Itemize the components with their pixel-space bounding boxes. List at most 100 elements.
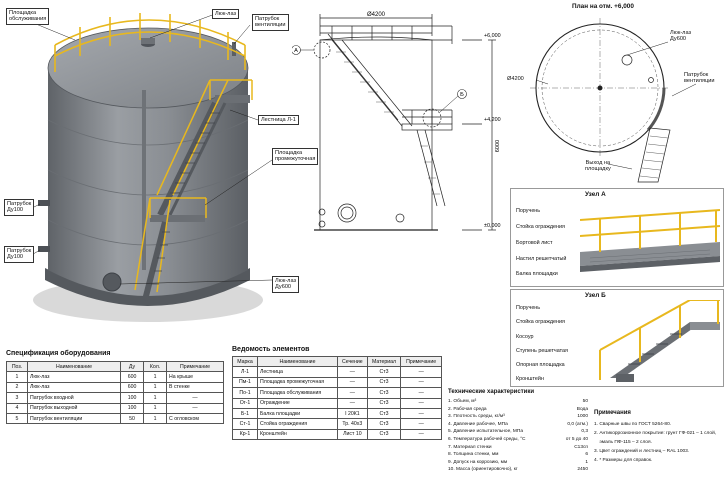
table-row: 3 Патрубок входной 100 1 — bbox=[6, 392, 224, 404]
cell: 600 bbox=[120, 381, 145, 394]
cell: По-1 bbox=[232, 387, 258, 399]
cell: Площадка промежуточная bbox=[257, 376, 338, 389]
node-b-label-5: Опорная площадка bbox=[516, 362, 565, 368]
notes-title: Примечания bbox=[594, 410, 631, 416]
cell: Люк-лаз bbox=[26, 381, 122, 394]
cell: Стойка ограждения bbox=[257, 418, 338, 430]
cell: — bbox=[400, 428, 442, 441]
node-a-label-4: Настил решетчатый bbox=[516, 256, 567, 262]
tech-spec-value: Вода bbox=[576, 406, 588, 412]
tech-spec-value: 2450 bbox=[577, 467, 588, 473]
table-row: 4 Патрубок выходной 100 1 — bbox=[6, 402, 224, 414]
list-item: 4. Давление рабочее, МПа 0,0 (атм.) bbox=[448, 421, 588, 429]
cell: — bbox=[400, 407, 442, 420]
callout-roof-manhole: Люк-лаз bbox=[212, 9, 240, 20]
tech-spec-label: 6. Температура рабочей среды, °С bbox=[448, 436, 526, 442]
cell: 1 bbox=[6, 371, 28, 383]
elev-level-top: +6,000 bbox=[484, 33, 501, 39]
cell: 1 bbox=[143, 402, 168, 414]
node-b-label-3: Косоур bbox=[516, 334, 534, 340]
tech-specs-list: 1. Объем, м³ 50 2. Рабочая среда Вода 3. Пло… bbox=[448, 398, 588, 474]
cell: Ст3 bbox=[366, 418, 402, 430]
cell: 600 bbox=[120, 371, 145, 383]
plan-manhole: Люк-лаз Ду600 bbox=[670, 30, 692, 43]
table-row: Л-1 Лестница — Ст3— bbox=[232, 366, 442, 378]
cell: 3 bbox=[6, 392, 28, 404]
cell: 1 bbox=[143, 371, 168, 383]
cell: 2 bbox=[6, 381, 28, 394]
node-b-label-2: Стойка ограждения bbox=[516, 319, 565, 325]
callout-nozzle-lower: Патрубок Ду100 bbox=[4, 246, 35, 263]
table-row: Ст-1 Стойка ограждения Тр. 40х3 Ст3— bbox=[232, 418, 442, 430]
elev-diameter: Ø4200 bbox=[367, 12, 386, 18]
node-a-label-5: Балка площадки bbox=[516, 271, 558, 277]
equipment-header-name: Наименование bbox=[26, 360, 122, 373]
list-item: 8. Толщина стенки, мм 6 bbox=[448, 451, 588, 459]
list-item: 6. Температура рабочей среды, °С от 5 до … bbox=[448, 436, 588, 444]
tech-spec-label: 10. Масса (ориентировочно), кг bbox=[448, 467, 518, 473]
tech-spec-value: от 5 до 40 bbox=[565, 436, 588, 442]
tech-spec-label: 1. Объем, м³ bbox=[448, 399, 477, 404]
tech-spec-value: 1000 bbox=[577, 414, 588, 420]
cell: 1 bbox=[143, 392, 168, 404]
cell: 1 bbox=[143, 381, 168, 394]
callout-service-platform: Площадка обслуживания bbox=[6, 8, 50, 25]
plan-drawing bbox=[530, 18, 697, 183]
list-item: 9. Допуск на коррозию, мм 1 bbox=[448, 459, 588, 467]
cell: — bbox=[336, 366, 368, 378]
elements-header-mark: Марка bbox=[232, 355, 258, 368]
elev-level-zero: ±0,000 bbox=[484, 223, 500, 229]
cell: — bbox=[336, 387, 368, 399]
table-row: По-1 Площадка обслуживания — Ст3— bbox=[232, 387, 442, 399]
cell: — bbox=[400, 397, 442, 409]
list-item: 1. Объем, м³ 50 bbox=[448, 398, 588, 406]
cell: — bbox=[400, 376, 442, 389]
equipment-header-qty: Кол. bbox=[143, 360, 168, 373]
plan-vent: Патрубок вентиляции bbox=[684, 72, 715, 85]
elements-header-note: Примечание bbox=[400, 355, 442, 368]
tech-spec-value: 6 bbox=[585, 452, 588, 458]
node-a-label-2: Стойка ограждения bbox=[516, 224, 565, 230]
list-item: 1. Сварные швы по ГОСТ 5264-80. bbox=[594, 422, 672, 427]
tech-spec-label: 9. Допуск на коррозию, мм bbox=[448, 459, 508, 465]
elevation-drawing: А Б Ø4200 +6,000 +4,200 ±0,000 6000 bbox=[292, 12, 501, 231]
cell: Лестница bbox=[257, 366, 338, 378]
node-a-label-3: Бортовой лист bbox=[516, 240, 553, 246]
list-item: 10. Масса (ориентировочно), кг 2450 bbox=[448, 466, 588, 474]
cell: Патрубок выходной bbox=[26, 402, 122, 414]
equipment-spec-title: Спецификация оборудования bbox=[6, 350, 111, 357]
plan-diameter: Ø4200 bbox=[507, 76, 524, 82]
elev-node-a-label: А bbox=[294, 48, 298, 54]
cell: 100 bbox=[120, 402, 145, 414]
cell: 50 bbox=[120, 412, 145, 425]
tech-specs-title: Технические характеристики bbox=[448, 389, 535, 395]
table-row: Кр-1 Кронштейн Лист 10 Ст3— bbox=[232, 428, 442, 441]
tech-spec-value: С13сп bbox=[574, 444, 588, 450]
cell: Ст3 bbox=[366, 387, 402, 399]
cell: Ограждение bbox=[257, 397, 338, 409]
elev-level-mid: +4,200 bbox=[484, 117, 501, 123]
notes-list: 1. Сварные швы по ГОСТ 5264-80. 2. Антико… bbox=[594, 420, 716, 465]
elements-header-section: Сечение bbox=[336, 355, 368, 368]
cell: Ст3 bbox=[366, 428, 402, 441]
cell: — bbox=[400, 366, 442, 378]
cell: — bbox=[336, 397, 368, 409]
cell: 1 bbox=[143, 412, 168, 425]
node-a-title: Узел А bbox=[585, 191, 606, 198]
tech-spec-label: 3. Плотность среды, кг/м³ bbox=[448, 414, 505, 420]
table-row: Пм-1 Площадка промежуточная — Ст3— bbox=[232, 376, 442, 389]
tech-spec-label: 5. Давление испытательное, МПа bbox=[448, 429, 524, 435]
cell: Патрубок вентиляции bbox=[26, 412, 122, 425]
list-item: 5. Давление испытательное, МПа 0,3 bbox=[448, 428, 588, 436]
table-row: Ог-1 Ограждение — Ст3— bbox=[232, 397, 442, 409]
table-row: 5 Патрубок вентиляции 50 1 С огловском bbox=[6, 412, 224, 425]
elements-spec-table: Марка Наименование Сечение Материал Прим… bbox=[232, 355, 442, 441]
node-b-label-1: Поручень bbox=[516, 305, 541, 311]
cell: Кронштейн bbox=[257, 428, 338, 441]
callout-side-manhole: Люк-лаз Ду600 bbox=[272, 276, 300, 293]
cell: — bbox=[336, 376, 368, 389]
tech-spec-label: 8. Толщина стенки, мм bbox=[448, 452, 499, 458]
table-row: Б-1 Балка площадки I 20К1 Ст3— bbox=[232, 407, 442, 420]
list-item: 4. * Размеры для справок. bbox=[594, 458, 653, 463]
elements-spec-title: Ведомость элементов bbox=[232, 346, 310, 353]
